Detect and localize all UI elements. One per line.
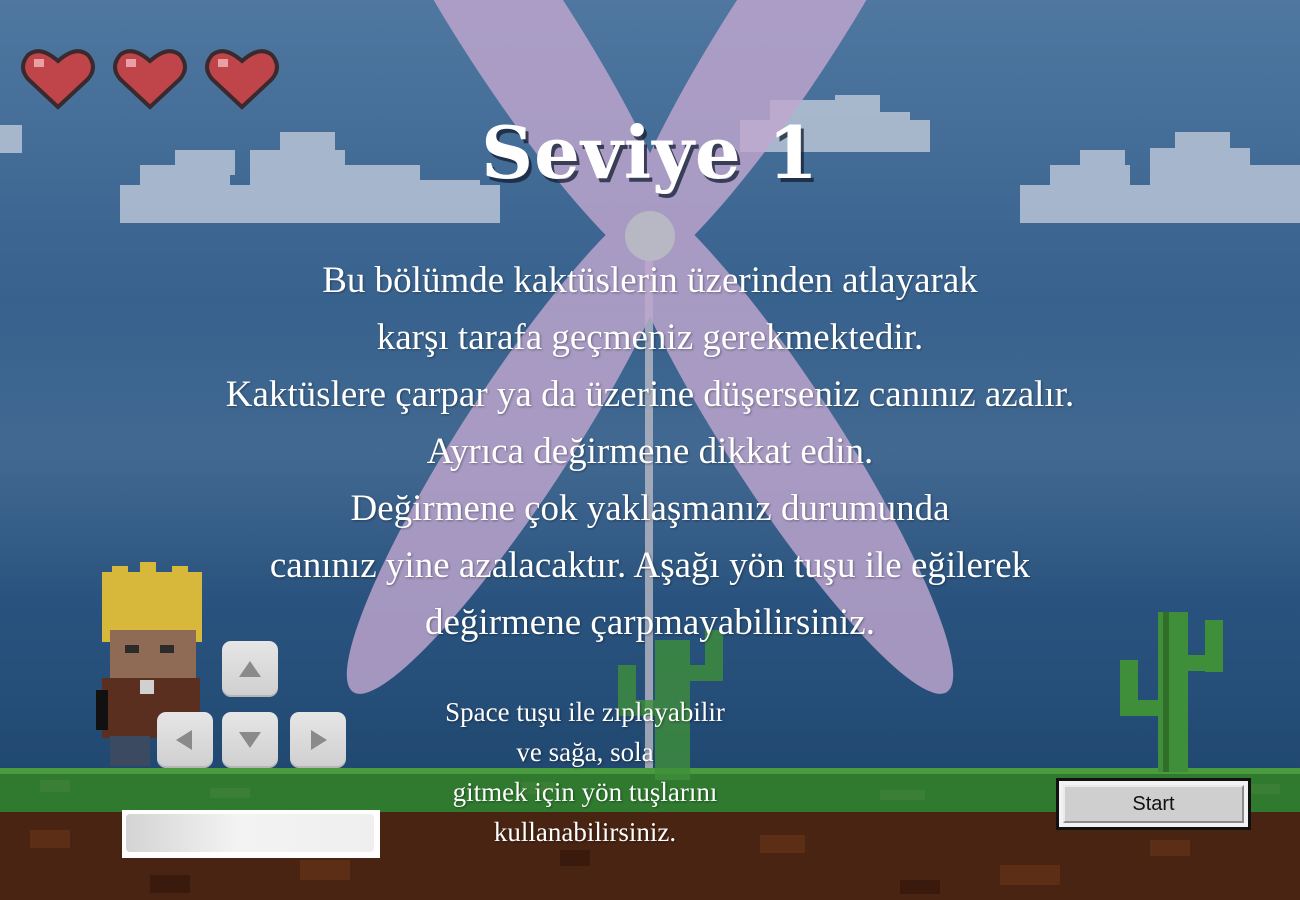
name-input-frame [122, 810, 380, 858]
level-title: Seviye 1 [481, 110, 819, 195]
left-arrow-key [157, 712, 213, 768]
description-line: Ayrıca değirmene dikkat edin. [426, 431, 874, 472]
hint-line: Space tuşu ile zıplayabilir [445, 697, 725, 727]
start-button-label: Start [1063, 785, 1244, 823]
right-arrow-icon [311, 730, 327, 750]
description-line: karşı tarafa geçmeniz gerekmektedir. [376, 317, 924, 358]
lives-display [20, 45, 280, 111]
description-line: Kaktüslere çarpar ya da üzerine düşersen… [225, 374, 1075, 415]
description-line: canınız yine azalacaktır. Aşağı yön tuşu… [269, 545, 1031, 586]
down-arrow-key [222, 712, 278, 768]
start-button[interactable]: Start [1056, 778, 1251, 830]
controls-hint: Space tuşu ile zıplayabilir ve sağa, sol… [380, 692, 790, 852]
heart-icon [113, 49, 187, 110]
description-line: Değirmene çok yaklaşmanız durumunda [350, 488, 950, 529]
right-arrow-key [290, 712, 346, 768]
hint-line: kullanabilirsiniz. [493, 817, 677, 847]
heart-icon [21, 49, 95, 110]
name-input[interactable] [126, 814, 374, 852]
left-arrow-icon [176, 730, 192, 750]
description-line: Bu bölümde kaktüslerin üzerinden atlayar… [322, 260, 978, 301]
game-scene: Seviye 1 Bu bölümde kaktüslerin üzerinde… [0, 0, 1300, 900]
hint-line: ve sağa, sola [516, 737, 654, 767]
hint-line: gitmek için yön tuşlarını [452, 777, 718, 807]
level-description: Bu bölümde kaktüslerin üzerinden atlayar… [100, 252, 1200, 651]
up-arrow-icon [239, 661, 261, 677]
up-arrow-key [222, 641, 278, 697]
heart-icon [205, 49, 279, 110]
down-arrow-icon [239, 732, 261, 748]
